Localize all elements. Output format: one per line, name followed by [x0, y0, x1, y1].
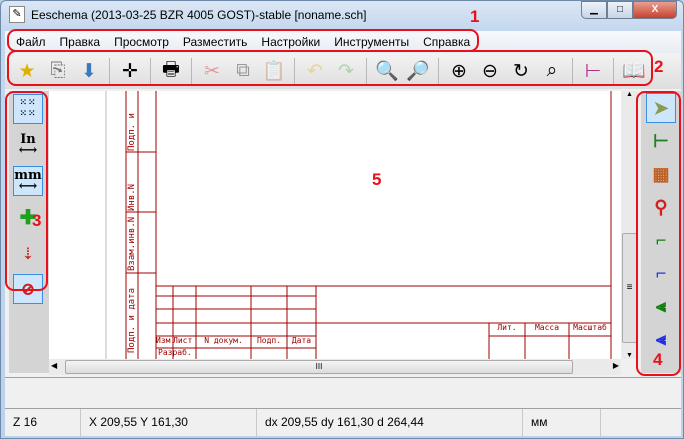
annotation-toolbar	[7, 50, 653, 86]
title-header: Лист	[173, 336, 193, 345]
title-header: Лит.	[497, 323, 517, 332]
vertical-scroll-thumb[interactable]: ≡	[622, 233, 637, 343]
side-label: Подп. и дата	[127, 287, 137, 353]
title-header: Дата	[291, 336, 312, 345]
annotation-menu	[7, 29, 479, 52]
title-header: Масса	[534, 323, 560, 332]
annotation-number: 1	[470, 7, 480, 26]
minimize-button[interactable]: ▁	[581, 1, 607, 19]
cursor-position: X 209,55 Y 161,30	[81, 409, 257, 437]
maximize-button[interactable]: □	[607, 1, 633, 19]
app-icon: ✎	[9, 6, 25, 23]
annotation-number: 2	[654, 57, 664, 76]
horizontal-scrollbar[interactable]: ◀ III ▶	[49, 359, 621, 375]
title-header: Масштаб	[573, 323, 607, 332]
zoom-status: Z 16	[5, 409, 81, 437]
status-bar: Z 16 X 209,55 Y 161,30 dx 209,55 dy 161,…	[5, 408, 681, 437]
developer-label: Разраб.	[158, 348, 192, 357]
title-header: Изм.	[156, 336, 176, 345]
annotation-number: 4	[653, 350, 663, 369]
units-status: мм	[523, 409, 601, 437]
message-panel	[5, 377, 681, 407]
schematic-canvas[interactable]: Подп. и дата Инв.N дубл. Взам.инв.N Подп…	[49, 91, 621, 359]
annotation-number: 3	[32, 211, 42, 230]
horizontal-scroll-thumb[interactable]: III	[65, 360, 573, 374]
relative-position: dx 209,55 dy 161,30 d 264,44	[257, 409, 523, 437]
side-label: Инв.N дубл.	[127, 183, 138, 211]
title-header: N докум.	[204, 336, 243, 345]
side-label: Подп. и дата	[127, 113, 138, 151]
window-title: Eeschema (2013-03-25 BZR 4005 GOST)-stab…	[31, 8, 367, 22]
close-button[interactable]: X	[633, 1, 677, 19]
title-header: Подп.	[256, 336, 282, 345]
annotation-right-toolbar	[636, 91, 681, 376]
annotation-left-toolbar	[5, 91, 48, 291]
annotation-number: 5	[372, 170, 382, 189]
side-label: Взам.инв.N	[127, 216, 137, 271]
